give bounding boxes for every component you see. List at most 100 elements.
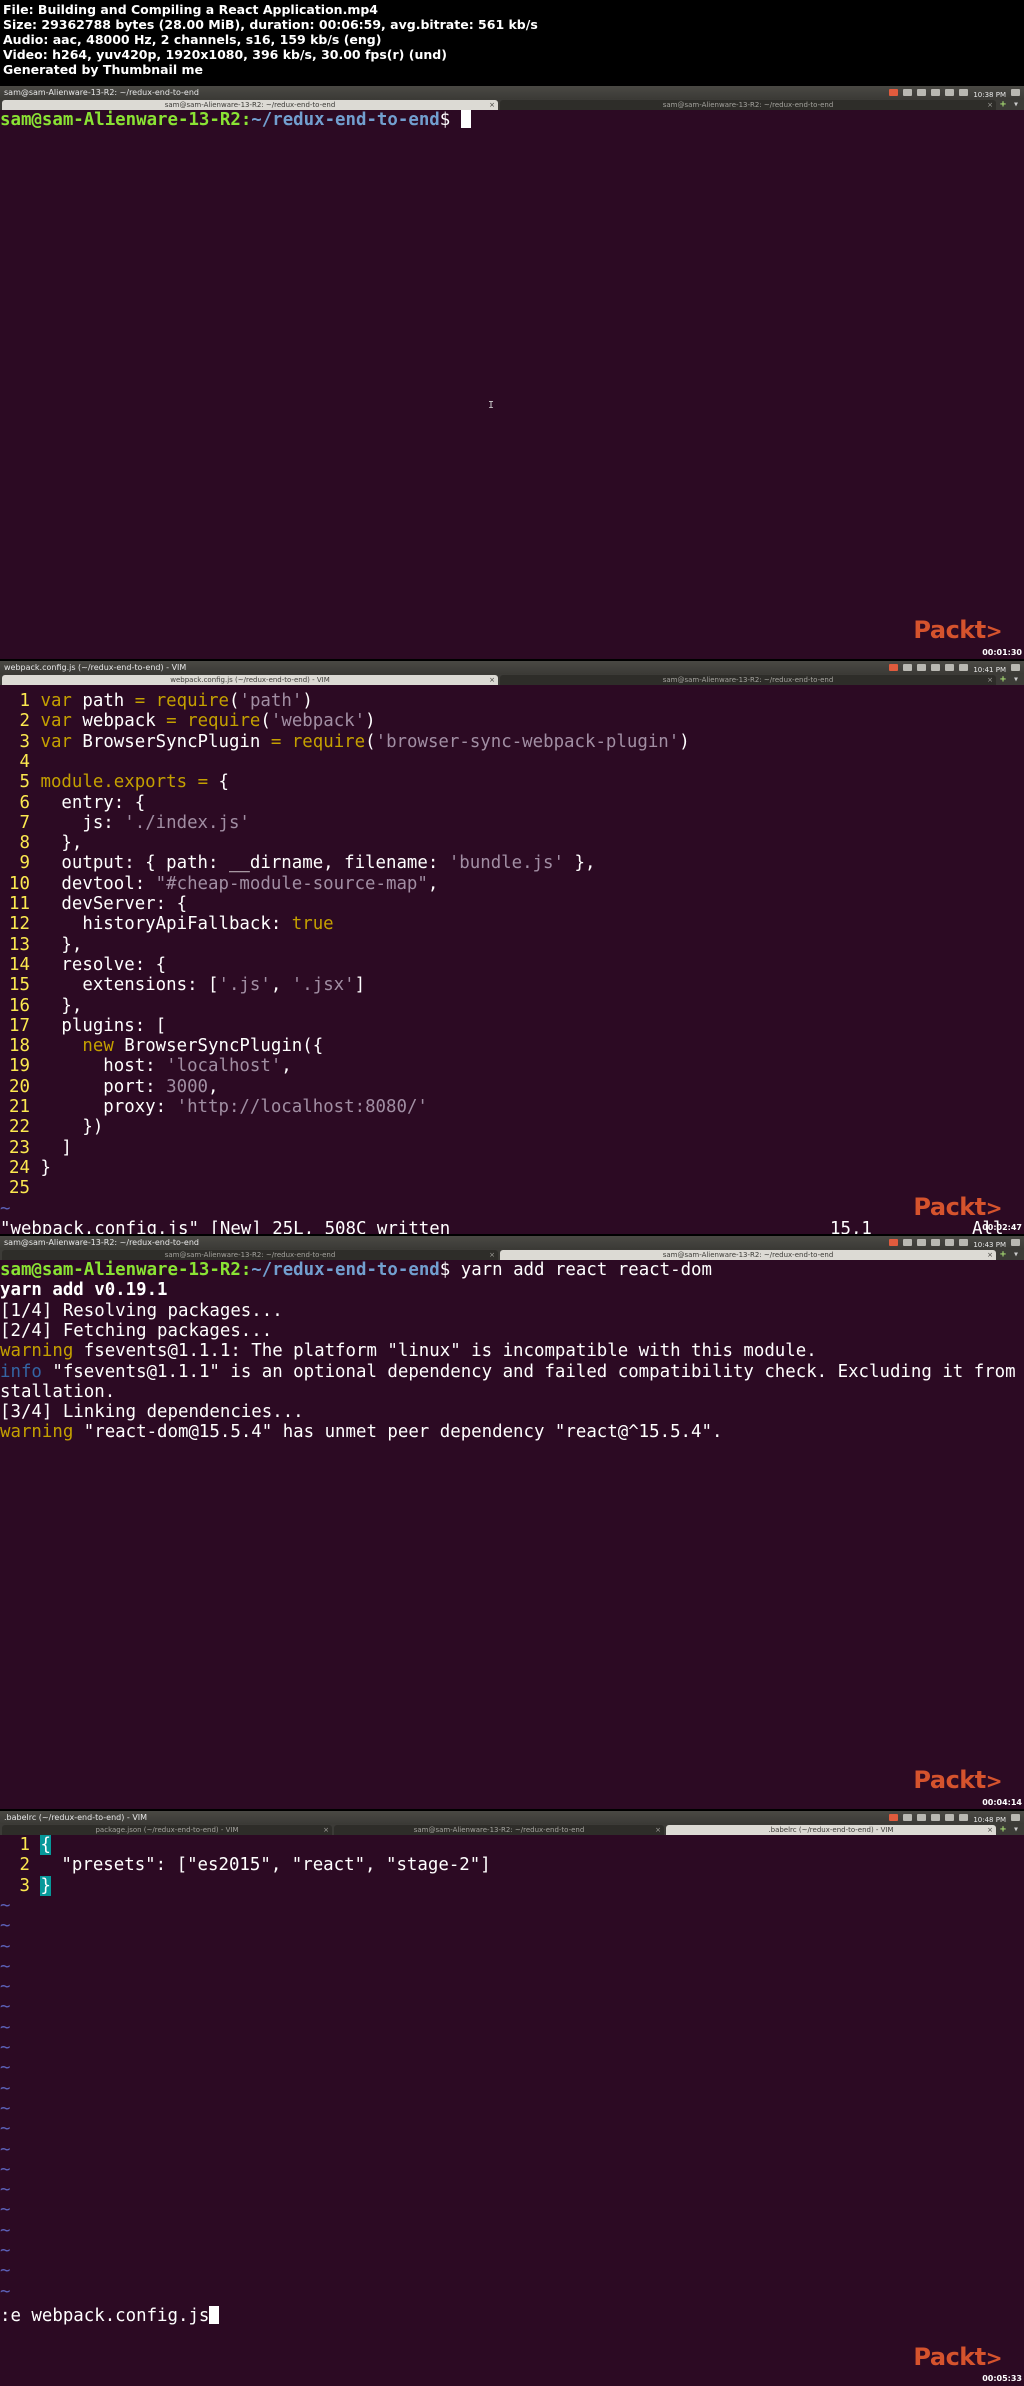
- new-tab-icon[interactable]: +: [998, 1249, 1008, 1260]
- battery-icon[interactable]: [945, 664, 955, 671]
- code-text: {: [40, 1835, 51, 1855]
- prompt-user: sam@sam-Alienware-13-R2: [0, 1260, 241, 1280]
- tab-package-json[interactable]: package.json (~/redux-end-to-end) - VIM ×: [2, 1825, 332, 1835]
- info-text: "fsevents@1.1.1" is an optional dependen…: [41, 1361, 1024, 1382]
- tab-terminal-1[interactable]: sam@sam-Alienware-13-R2: ~/redux-end-to-…: [334, 1825, 664, 1835]
- code-line: 11 devServer: {: [0, 894, 1024, 914]
- terminal-body[interactable]: sam@sam-Alienware-13-R2:~/redux-end-to-e…: [0, 1260, 1024, 1809]
- battery-icon[interactable]: [945, 89, 955, 96]
- new-tab-icon[interactable]: +: [998, 99, 1008, 110]
- wifi-icon[interactable]: [917, 664, 927, 671]
- code-line: 20 port: 3000,: [0, 1077, 1024, 1097]
- new-tab-icon[interactable]: +: [998, 1824, 1008, 1835]
- code-line: 16 },: [0, 996, 1024, 1016]
- code-text: resolve: {: [40, 954, 167, 975]
- camera-icon[interactable]: [889, 1814, 899, 1821]
- bluetooth-icon[interactable]: [903, 89, 913, 96]
- camera-icon[interactable]: [889, 1239, 899, 1246]
- empty-line-tilde: ~: [0, 2200, 11, 2221]
- tab-terminal-1[interactable]: sam@sam-Alienware-13-R2: ~/redux-end-to-…: [2, 1250, 498, 1260]
- line-number: 16: [9, 995, 30, 1016]
- line-number: 18: [9, 1036, 30, 1057]
- command-text: :e webpack.config.js: [0, 2305, 210, 2326]
- wifi-icon[interactable]: [917, 1239, 927, 1246]
- line-number: 14: [9, 954, 30, 975]
- tab-menu-icon[interactable]: ▾: [1011, 1249, 1021, 1260]
- bluetooth-icon[interactable]: [903, 664, 913, 671]
- line-number: 1: [19, 691, 30, 711]
- volume-icon[interactable]: [959, 664, 969, 671]
- tab-menu-icon[interactable]: ▾: [1011, 1824, 1021, 1835]
- close-icon[interactable]: ×: [489, 1250, 495, 1260]
- code-text: new BrowserSyncPlugin({: [82, 1036, 324, 1057]
- code-text: plugins: [: [40, 1015, 167, 1036]
- keyboard-icon[interactable]: [931, 1239, 941, 1246]
- empty-line-tilde: ~: [0, 1956, 11, 1977]
- camera-icon[interactable]: [889, 89, 899, 96]
- code-text: extensions: ['.js', '.jsx']: [40, 975, 366, 996]
- new-tab-icon[interactable]: +: [998, 674, 1008, 685]
- keyboard-icon[interactable]: [931, 664, 941, 671]
- close-icon[interactable]: ×: [987, 675, 993, 685]
- volume-icon[interactable]: [959, 1814, 969, 1821]
- line-number: 22: [9, 1117, 30, 1138]
- empty-line-tilde: ~: [0, 2261, 11, 2282]
- empty-line-tilde: ~: [0, 1997, 11, 2018]
- window-titlebar: sam@sam-Alienware-13-R2: ~/redux-end-to-…: [0, 86, 1024, 99]
- code-text: js: './index.js': [40, 812, 250, 833]
- vim-command-line[interactable]: :e webpack.config.js: [0, 2305, 1024, 2326]
- status-message: "webpack.config.js" [New] 25L, 508C writ…: [0, 1218, 451, 1234]
- battery-icon[interactable]: [945, 1814, 955, 1821]
- tab-menu-icon[interactable]: ▾: [1011, 99, 1021, 110]
- gear-icon[interactable]: [1011, 89, 1020, 96]
- camera-icon[interactable]: [889, 664, 899, 671]
- empty-line-tilde: ~: [0, 2098, 11, 2119]
- warning-text: fsevents@1.1.1: The platform "linux" is …: [73, 1341, 817, 1362]
- close-icon[interactable]: ×: [987, 1250, 993, 1260]
- vim-editor[interactable]: 1 { 2 "presets": ["es2015", "react", "st…: [0, 1835, 1024, 2386]
- bluetooth-icon[interactable]: [903, 1239, 913, 1246]
- gear-icon[interactable]: [1011, 1239, 1020, 1246]
- window-title: .babelrc (~/redux-end-to-end) - VIM: [4, 1813, 148, 1822]
- terminal-body[interactable]: sam@sam-Alienware-13-R2:~/redux-end-to-e…: [0, 110, 1024, 659]
- tab-bar: webpack.config.js (~/redux-end-to-end) -…: [0, 674, 1024, 685]
- close-icon[interactable]: ×: [987, 1825, 993, 1835]
- volume-icon[interactable]: [959, 1239, 969, 1246]
- vim-editor[interactable]: 1 var path = require('path') 2 var webpac…: [0, 685, 1024, 1234]
- code-line: 6 entry: {: [0, 793, 1024, 813]
- tab-terminal[interactable]: sam@sam-Alienware-13-R2: ~/redux-end-to-…: [500, 675, 996, 685]
- close-icon[interactable]: ×: [655, 1825, 661, 1835]
- packt-logo: Packt>: [913, 616, 1002, 644]
- window-title: sam@sam-Alienware-13-R2: ~/redux-end-to-…: [4, 1238, 199, 1247]
- wifi-icon[interactable]: [917, 89, 927, 96]
- system-tray: 10:48 PM: [889, 1812, 1020, 1824]
- tab-bar: package.json (~/redux-end-to-end) - VIM ×…: [0, 1824, 1024, 1835]
- keyboard-icon[interactable]: [931, 89, 941, 96]
- close-icon[interactable]: ×: [489, 675, 495, 685]
- gear-icon[interactable]: [1011, 664, 1020, 671]
- video-info: Video: h264, yuv420p, 1920x1080, 396 kb/…: [3, 47, 447, 62]
- frame-1-terminal: sam@sam-Alienware-13-R2: ~/redux-end-to-…: [0, 86, 1024, 659]
- output-line: [1/4] Resolving packages...: [0, 1300, 283, 1321]
- volume-icon[interactable]: [959, 89, 969, 96]
- battery-icon[interactable]: [945, 1239, 955, 1246]
- code-line: 8 },: [0, 833, 1024, 853]
- tab-babelrc[interactable]: .babelrc (~/redux-end-to-end) - VIM ×: [666, 1825, 996, 1835]
- code-text: output: { path: __dirname, filename: 'bu…: [40, 853, 596, 874]
- close-icon[interactable]: ×: [987, 100, 993, 110]
- line-number: 20: [9, 1076, 30, 1097]
- tab-label: sam@sam-Alienware-13-R2: ~/redux-end-to-…: [662, 101, 834, 109]
- tab-terminal-2[interactable]: sam@sam-Alienware-13-R2: ~/redux-end-to-…: [500, 1250, 996, 1260]
- tab-terminal-2[interactable]: sam@sam-Alienware-13-R2: ~/redux-end-to-…: [500, 100, 996, 110]
- keyboard-icon[interactable]: [931, 1814, 941, 1821]
- tab-terminal-1[interactable]: sam@sam-Alienware-13-R2: ~/redux-end-to-…: [2, 100, 498, 110]
- code-line: 13 },: [0, 935, 1024, 955]
- code-line: 14 resolve: {: [0, 955, 1024, 975]
- tab-vim[interactable]: webpack.config.js (~/redux-end-to-end) -…: [2, 675, 498, 685]
- bluetooth-icon[interactable]: [903, 1814, 913, 1821]
- close-icon[interactable]: ×: [323, 1825, 329, 1835]
- wifi-icon[interactable]: [917, 1814, 927, 1821]
- tab-menu-icon[interactable]: ▾: [1011, 674, 1021, 685]
- gear-icon[interactable]: [1011, 1814, 1020, 1821]
- close-icon[interactable]: ×: [489, 100, 495, 110]
